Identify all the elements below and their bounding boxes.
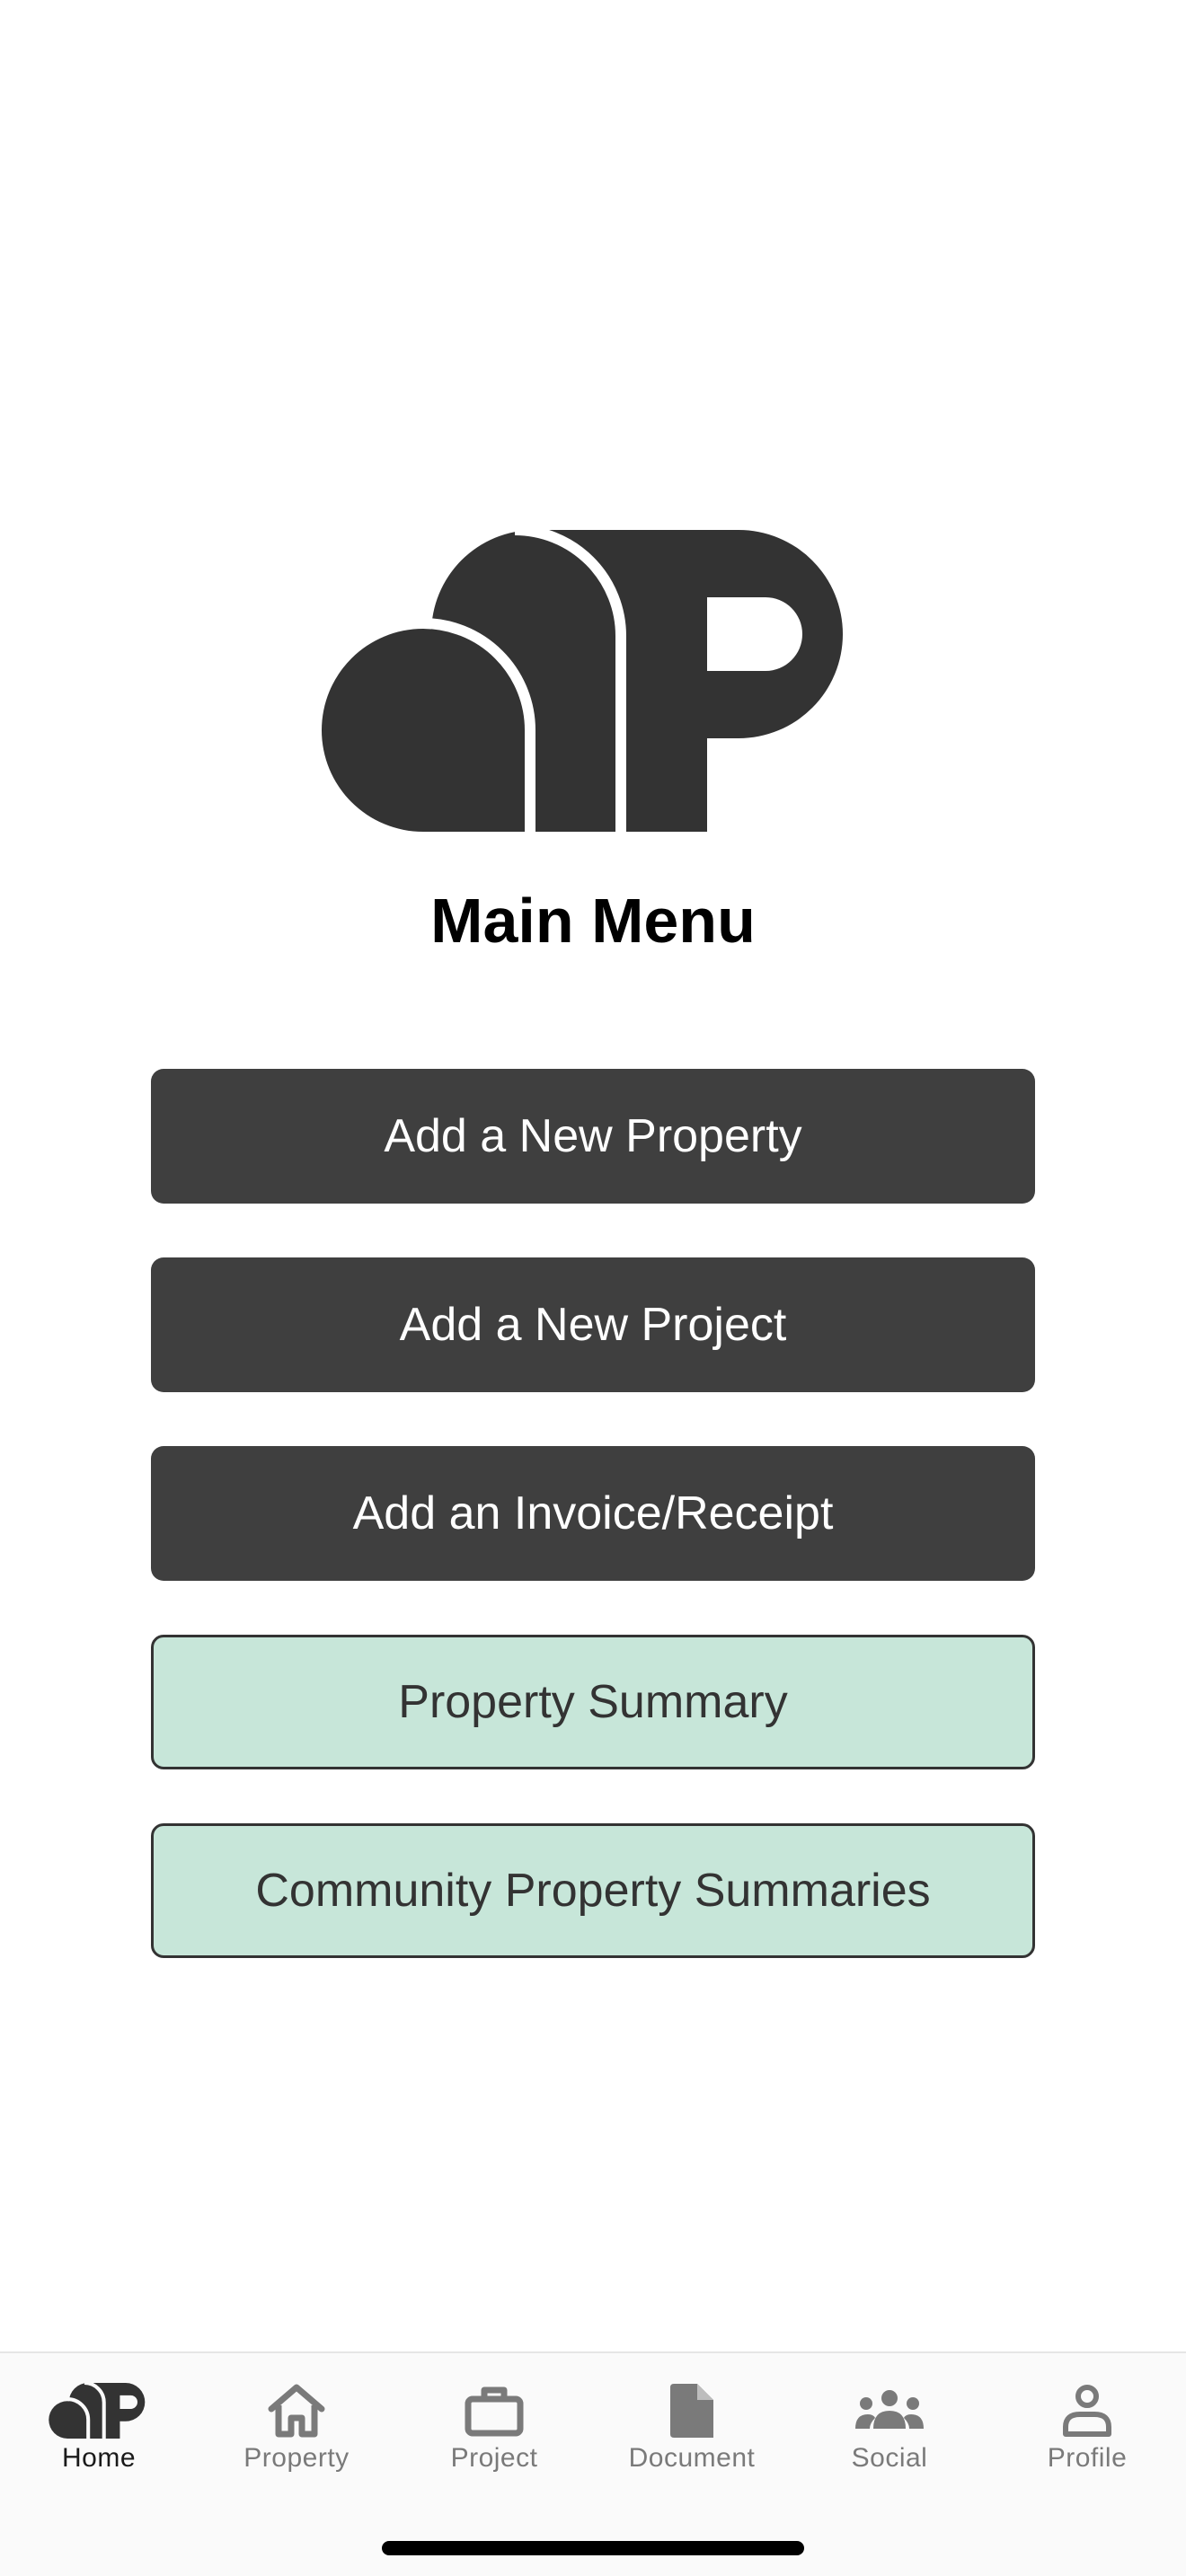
document-icon — [638, 2378, 746, 2443]
tab-home[interactable]: Home — [0, 2353, 198, 2497]
add-new-project-button[interactable]: Add a New Project — [151, 1257, 1035, 1392]
add-new-property-button[interactable]: Add a New Property — [151, 1069, 1035, 1204]
tab-label: Property — [243, 2443, 350, 2473]
tab-label: Project — [450, 2443, 538, 2473]
property-summary-button[interactable]: Property Summary — [151, 1635, 1035, 1769]
add-invoice-receipt-button[interactable]: Add an Invoice/Receipt — [151, 1446, 1035, 1581]
tab-property[interactable]: Property — [198, 2353, 395, 2497]
main-menu: Add a New Property Add a New Project Add… — [151, 1069, 1035, 2012]
app-logo — [322, 530, 843, 832]
tab-label: Social — [851, 2443, 928, 2473]
tab-label: Profile — [1047, 2443, 1128, 2473]
tab-profile[interactable]: Profile — [988, 2353, 1186, 2497]
page-title: Main Menu — [430, 886, 756, 956]
person-icon — [1033, 2378, 1141, 2443]
tab-social[interactable]: Social — [791, 2353, 988, 2497]
house-icon — [243, 2378, 350, 2443]
briefcase-icon — [440, 2378, 548, 2443]
tab-project[interactable]: Project — [395, 2353, 593, 2497]
app-logo-icon — [45, 2378, 153, 2443]
community-property-summaries-button[interactable]: Community Property Summaries — [151, 1823, 1035, 1958]
tab-label: Document — [628, 2443, 756, 2473]
tab-label: Home — [61, 2443, 137, 2473]
tab-document[interactable]: Document — [593, 2353, 791, 2497]
home-indicator — [382, 2541, 804, 2555]
people-icon — [836, 2378, 943, 2443]
